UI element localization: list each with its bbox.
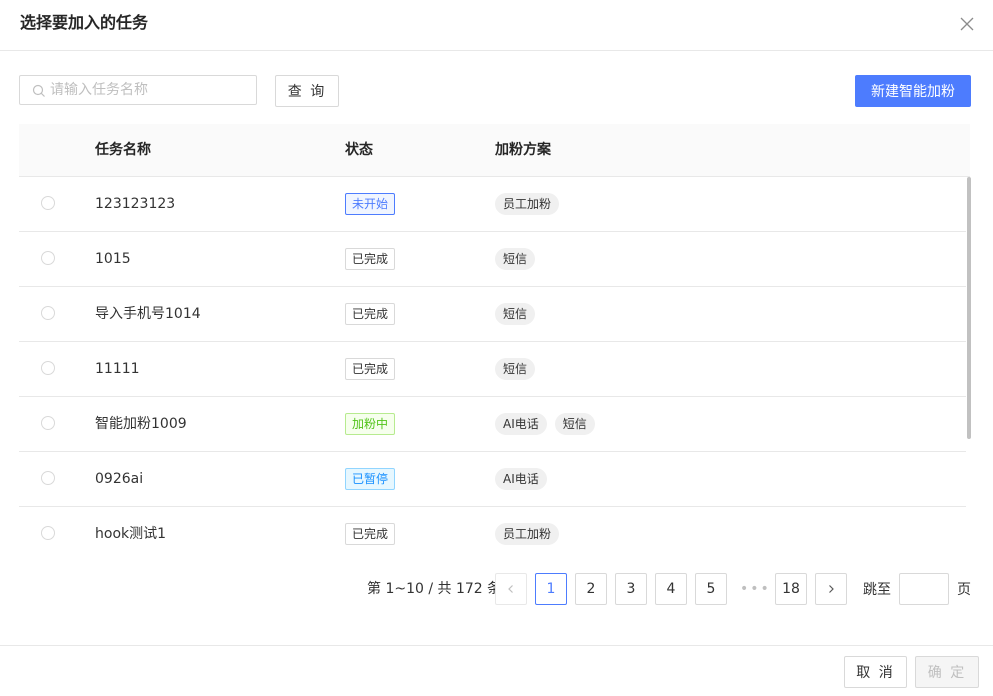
row-radio[interactable] xyxy=(41,196,55,210)
jump-page-input[interactable] xyxy=(899,573,949,605)
task-name: hook测试1 xyxy=(95,526,167,542)
plan-tags: AI电话 xyxy=(495,468,547,490)
new-smart-follow-button[interactable]: 新建智能加粉 xyxy=(855,75,971,107)
table-row[interactable]: hook测试1 已完成 员工加粉 xyxy=(19,507,966,547)
task-name: 0926ai xyxy=(95,471,144,487)
column-status: 状态 xyxy=(345,142,373,158)
status-badge: 未开始 xyxy=(345,193,396,215)
row-radio[interactable] xyxy=(41,361,55,375)
page-4[interactable]: 4 xyxy=(655,573,687,605)
jump-suffix: 页 xyxy=(957,582,971,598)
close-icon[interactable] xyxy=(957,14,977,34)
status-badge: 已完成 xyxy=(345,303,396,325)
status-badge: 已暂停 xyxy=(345,468,396,490)
page-1[interactable]: 1 xyxy=(535,573,567,605)
table-row[interactable]: 1015 已完成 短信 xyxy=(19,232,966,287)
task-name: 123123123 xyxy=(95,196,176,212)
page-3[interactable]: 3 xyxy=(615,573,647,605)
cancel-button[interactable]: 取 消 xyxy=(844,656,907,688)
row-radio[interactable] xyxy=(41,416,55,430)
plan-tag: 短信 xyxy=(495,248,536,270)
chevron-right-icon xyxy=(829,585,834,593)
table-row[interactable]: 0926ai 已暂停 AI电话 xyxy=(19,452,966,507)
dialog-header: 选择要加入的任务 xyxy=(0,0,993,51)
dialog-title: 选择要加入的任务 xyxy=(20,13,149,32)
table-row[interactable]: 123123123 未开始 员工加粉 xyxy=(19,177,966,232)
plan-tags: 短信 xyxy=(495,358,536,380)
table-header: 任务名称 状态 加粉方案 xyxy=(19,124,970,177)
task-name: 1015 xyxy=(95,251,131,267)
status-badge: 已完成 xyxy=(345,358,396,380)
table-row[interactable]: 智能加粉1009 加粉中 AI电话 短信 xyxy=(19,397,966,452)
plan-tag: AI电话 xyxy=(495,413,547,435)
plan-tags: 短信 xyxy=(495,303,536,325)
task-select-dialog: 选择要加入的任务 查 询 新建智能加粉 任务名称 状态 加粉方案 1231231… xyxy=(0,0,993,695)
status-badge: 加粉中 xyxy=(345,413,396,435)
plan-tag: 员工加粉 xyxy=(495,523,560,545)
search-icon xyxy=(32,84,45,97)
chevron-left-icon xyxy=(508,585,513,593)
task-name: 导入手机号1014 xyxy=(95,306,201,322)
row-radio[interactable] xyxy=(41,251,55,265)
plan-tags: AI电话 短信 xyxy=(495,413,595,435)
next-page-button[interactable] xyxy=(815,573,847,605)
status-badge: 已完成 xyxy=(345,248,396,270)
plan-tags: 员工加粉 xyxy=(495,523,560,545)
status-badge: 已完成 xyxy=(345,523,396,545)
pagination-total: 第 1~10 / 共 172 条 xyxy=(367,581,502,597)
column-task-name: 任务名称 xyxy=(95,142,151,158)
jump-label: 跳至 xyxy=(863,582,891,598)
prev-page-button[interactable] xyxy=(495,573,527,605)
confirm-button[interactable]: 确 定 xyxy=(915,656,979,688)
plan-tag: 短信 xyxy=(495,303,536,325)
pagination-ellipsis[interactable]: ••• xyxy=(740,579,771,599)
row-radio[interactable] xyxy=(41,306,55,320)
plan-tag: AI电话 xyxy=(495,468,547,490)
task-name: 11111 xyxy=(95,361,140,377)
plan-tags: 员工加粉 xyxy=(495,193,560,215)
plan-tag: 员工加粉 xyxy=(495,193,560,215)
search-input[interactable] xyxy=(50,76,250,104)
page-2[interactable]: 2 xyxy=(575,573,607,605)
search-box[interactable] xyxy=(19,75,257,105)
page-last[interactable]: 18 xyxy=(775,573,807,605)
page-5[interactable]: 5 xyxy=(695,573,727,605)
table-scrollbar[interactable] xyxy=(967,177,971,439)
row-radio[interactable] xyxy=(41,526,55,540)
column-plan: 加粉方案 xyxy=(495,142,551,158)
table-body: 123123123 未开始 员工加粉 1015 已完成 短信 导入手机号1014 已完成 短信 1… xyxy=(19,177,970,547)
table-row[interactable]: 导入手机号1014 已完成 短信 xyxy=(19,287,966,342)
row-radio[interactable] xyxy=(41,471,55,485)
plan-tag: 短信 xyxy=(554,413,595,435)
task-name: 智能加粉1009 xyxy=(95,416,187,432)
plan-tags: 短信 xyxy=(495,248,536,270)
query-button[interactable]: 查 询 xyxy=(275,75,339,107)
plan-tag: 短信 xyxy=(495,358,536,380)
table-row[interactable]: 11111 已完成 短信 xyxy=(19,342,966,397)
